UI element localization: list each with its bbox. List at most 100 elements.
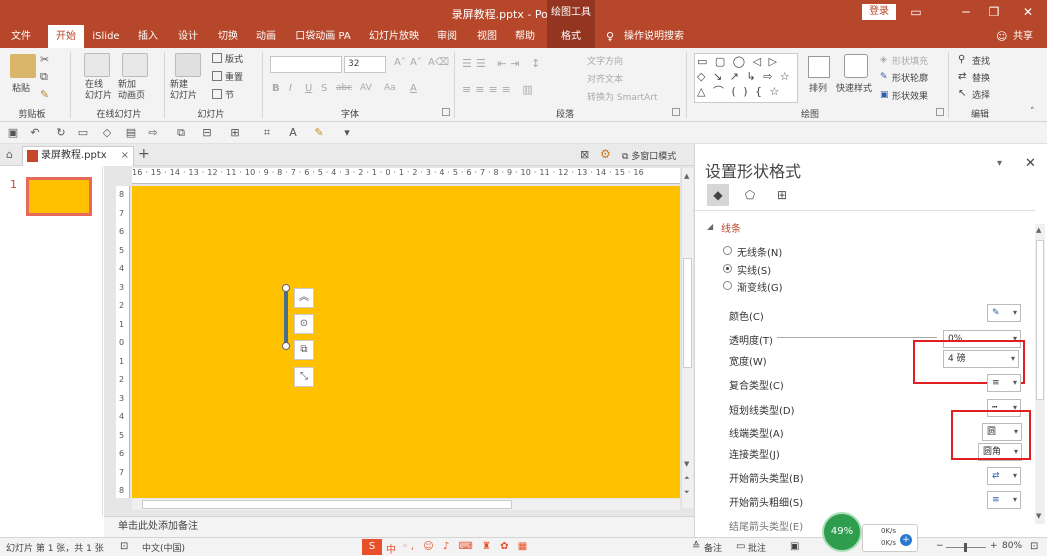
section-icon[interactable] [212,89,222,99]
underline-button[interactable]: U [305,83,312,94]
pane-scroll-down-icon[interactable]: ▼ [1036,512,1041,520]
tab-format[interactable]: 格式 [547,25,595,48]
zoom-in-icon[interactable]: + [990,541,998,551]
horizontal-scroll-thumb[interactable] [142,500,512,509]
bold-button[interactable]: B [272,83,280,94]
shape-effects-button[interactable]: 形状效果 [892,89,928,102]
effects-tab-icon[interactable]: ⬠ [739,184,761,206]
comments-button[interactable]: 批注 [748,541,766,554]
shadow-button[interactable]: S [321,83,327,94]
solid-line-label[interactable]: 实线(S) [737,262,771,277]
boost-icon[interactable]: + [900,534,912,546]
tab-help[interactable]: 帮助 [508,25,542,48]
collapse-tools-icon[interactable]: ︽ [294,288,314,308]
gradient-line-label[interactable]: 渐变线(G) [737,279,783,294]
tab-transitions[interactable]: 切换 [210,25,246,48]
list-icons[interactable]: ☰☰ ⇤⇥ ↕ [462,57,544,70]
distribute-icon[interactable]: ⊞ [228,126,242,140]
horizontal-scrollbar[interactable] [132,499,680,510]
close-tab-icon[interactable]: × [121,147,129,165]
arrange-button[interactable]: 排列 [809,81,827,94]
selected-line-shape[interactable] [284,288,288,346]
scroll-down-icon[interactable]: ▼ [684,460,689,468]
layout-icon[interactable] [212,53,222,63]
new-animation-page-button[interactable]: 新加 动画页 [118,80,158,102]
text-format-icon[interactable]: A [286,126,300,140]
begin-arrow-type-dropdown[interactable]: ⇄ [987,467,1021,485]
format-painter-icon[interactable]: ✎ [40,88,49,101]
font-family-combo[interactable] [270,56,342,73]
char-spacing-button[interactable]: AV [360,83,372,93]
layers-icon[interactable]: ⧉ [294,340,314,360]
document-tab[interactable]: 录屏教程.pptx × [22,146,134,166]
tab-pocket-animation[interactable]: 口袋动画 PA [290,25,356,48]
save-icon[interactable]: ▣ [6,126,20,140]
maximize-icon[interactable]: ❐ [984,3,1004,21]
pane-scroll-up-icon[interactable]: ▲ [1036,226,1041,234]
radio-solid-line[interactable] [723,264,732,273]
tab-islide[interactable]: iSlide [88,25,124,48]
pane-scrollbar[interactable]: ▲ ▼ [1035,224,1045,524]
new-slide-button[interactable]: 新建 幻灯片 [170,80,210,102]
shapes-gallery[interactable]: ▭ ▢ ◯ ◁ ▷ ◇ ↘ ↗ ↳ ⇨ ☆ △ ⌒ ( ) { ☆ [694,53,798,103]
smartart-button[interactable]: 转换为 SmartArt [587,90,657,103]
tab-review[interactable]: 审阅 [430,25,464,48]
cut-icon[interactable]: ✂ [40,53,49,66]
undo-icon[interactable]: ↶ [28,126,42,140]
spelling-icon[interactable]: ⊡ [120,541,128,552]
no-line-label[interactable]: 无线条(N) [737,244,782,259]
new-slide-icon[interactable] [175,53,201,77]
slideshow-icon[interactable]: ▭ [76,126,90,140]
font-size-combo[interactable]: 32 [344,56,386,73]
ime-mode[interactable]: 中 [386,541,396,556]
ime-toolbar-icons[interactable]: ◦, ☺ ♪ ⌨ ♜ ✿ ▦ [402,541,530,552]
next-slide-icon[interactable]: ⏷ [684,488,690,497]
zoom-slider-thumb[interactable] [964,543,967,552]
crop-tool-icon[interactable]: ⤡ [294,367,314,387]
transparency-slider[interactable] [777,337,937,338]
tab-insert[interactable]: 插入 [130,25,166,48]
slide-canvas[interactable]: ︽ ⊙ ⧉ ⤡ [132,186,680,498]
notes-toggle-icon[interactable]: ≙ [692,541,700,552]
reset-button[interactable]: 重置 [225,70,243,83]
tab-animations[interactable]: 动画 [248,25,284,48]
redo-icon[interactable]: ↻ [54,126,68,140]
crop-icon[interactable]: ⌗ [260,126,274,140]
pin-icon[interactable]: ⊠ [580,148,589,161]
paragraph-launcher-icon[interactable] [672,108,680,116]
change-case-button[interactable]: Aa [384,83,396,93]
quick-styles-button[interactable]: 快速样式 [836,81,872,94]
sogou-ime-icon[interactable]: S [362,539,382,555]
radio-gradient-line[interactable] [723,281,732,290]
reset-icon[interactable] [212,71,222,81]
tab-design[interactable]: 设计 [170,25,206,48]
comments-icon[interactable]: ▭ [736,541,745,552]
section-button[interactable]: 节 [225,88,234,101]
color-picker[interactable]: ✎ [987,304,1021,322]
line-section-header[interactable]: 线条 [721,220,741,235]
pane-close-icon[interactable]: ✕ [1025,156,1036,171]
group-icon[interactable]: ⧉ [174,126,188,140]
grow-font-icon[interactable]: A˄ [394,57,406,68]
strikethrough-button[interactable]: abc [336,83,352,93]
resize-handle-top[interactable] [282,284,290,292]
shrink-font-icon[interactable]: A˅ [410,57,422,68]
normal-view-icon[interactable]: ▣ [790,541,799,552]
prev-slide-icon[interactable]: ⏶ [684,474,690,483]
new-tab-icon[interactable]: + [138,146,150,162]
settings-icon[interactable]: ⚙ [600,147,611,161]
customize-qat-icon[interactable]: ▾ [340,126,354,140]
image-icon[interactable]: ▤ [124,126,138,140]
close-icon[interactable]: ✕ [1018,3,1038,21]
vertical-scrollbar[interactable]: ▲ ▼ ⏶ ⏷ [681,168,693,508]
align-text-button[interactable]: 对齐文本 [587,72,623,85]
notes-placeholder[interactable]: 单击此处添加备注 [104,516,694,537]
performance-widget[interactable]: 49% [822,512,862,552]
italic-button[interactable]: I [289,83,292,94]
copy-icon[interactable]: ⧉ [40,70,48,84]
scroll-up-icon[interactable]: ▲ [684,172,689,180]
paste-icon[interactable] [10,54,36,78]
login-button[interactable]: 登录 [862,4,896,20]
home-doc-icon[interactable]: ⌂ [6,148,13,161]
select-button[interactable]: 选择 [972,88,990,101]
